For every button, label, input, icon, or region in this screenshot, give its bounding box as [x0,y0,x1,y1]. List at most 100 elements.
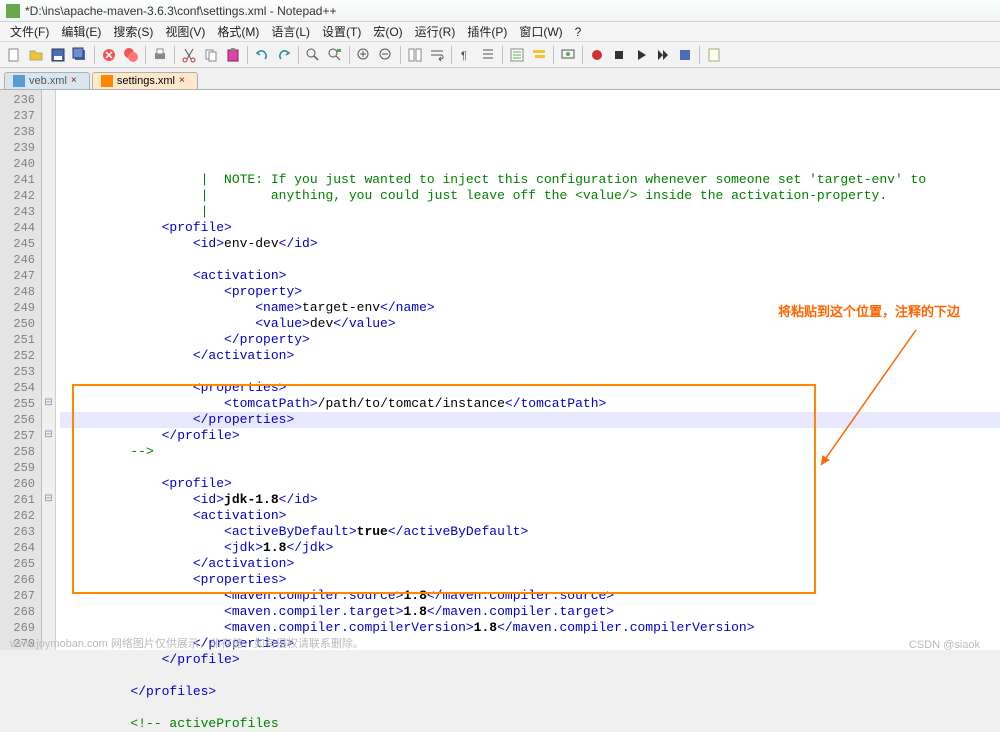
code-line[interactable] [60,668,1000,684]
code-line[interactable]: </profile> [60,652,1000,668]
line-number: 243 [6,204,35,220]
code-line[interactable]: <profile> [60,220,1000,236]
code-line[interactable]: <maven.compiler.source>1.8</maven.compil… [60,588,1000,604]
code-area[interactable]: 将粘贴到这个位置，注释的下边 | NOTE: If you just wante… [56,90,1000,650]
toolbar-separator [502,46,503,64]
folder-tree-icon[interactable] [529,45,549,65]
fold-marker [42,444,55,460]
tab-close-icon[interactable]: × [71,76,81,86]
close-icon[interactable] [99,45,119,65]
record-icon[interactable] [587,45,607,65]
toolbar: ¶ [0,42,1000,68]
menu-item-3[interactable]: 视图(V) [159,23,211,40]
toolbar-separator [298,46,299,64]
code-line[interactable]: <tomcatPath>/path/to/tomcat/instance</to… [60,396,1000,412]
sync-scroll-icon[interactable] [405,45,425,65]
code-line[interactable]: </profiles> [60,684,1000,700]
code-token-tag: </name> [380,300,435,315]
show-symbols-icon[interactable]: ¶ [456,45,476,65]
code-token-plain: /path/to/tomcat/instance [318,396,505,411]
code-line[interactable]: | [60,204,1000,220]
play-icon[interactable] [631,45,651,65]
fold-marker [42,460,55,476]
code-line[interactable]: --> [60,444,1000,460]
print-icon[interactable] [150,45,170,65]
paste-icon[interactable] [223,45,243,65]
code-line[interactable]: <properties> [60,380,1000,396]
save-icon[interactable] [48,45,68,65]
menu-item-6[interactable]: 设置(T) [316,23,367,40]
menu-item-7[interactable]: 宏(O) [367,23,408,40]
fold-marker [42,540,55,556]
code-line[interactable]: <jdk>1.8</jdk> [60,540,1000,556]
code-line[interactable]: </properties> [60,412,1000,428]
menu-item-8[interactable]: 运行(R) [409,23,462,40]
code-line[interactable]: <maven.compiler.compilerVersion>1.8</mav… [60,620,1000,636]
code-line[interactable]: <activation> [60,268,1000,284]
cut-icon[interactable] [179,45,199,65]
code-line[interactable] [60,700,1000,716]
code-line[interactable]: <properties> [60,572,1000,588]
code-line[interactable]: <maven.compiler.target>1.8</maven.compil… [60,604,1000,620]
fold-marker[interactable]: ⊟ [42,428,55,444]
save-all-icon[interactable] [70,45,90,65]
code-line[interactable]: </property> [60,332,1000,348]
fold-marker [42,140,55,156]
menu-item-0[interactable]: 文件(F) [4,23,55,40]
new-file-icon[interactable] [4,45,24,65]
tab-close-icon[interactable]: × [179,76,189,86]
find-icon[interactable] [303,45,323,65]
redo-icon[interactable] [274,45,294,65]
code-line[interactable]: </profile> [60,428,1000,444]
close-all-icon[interactable] [121,45,141,65]
code-token-text-content: 1.8 [403,588,426,603]
fold-marker [42,620,55,636]
tab-veb-xml[interactable]: veb.xml× [4,72,90,89]
code-line[interactable]: <profile> [60,476,1000,492]
menu-item-11[interactable]: ? [569,25,588,39]
line-number: 256 [6,412,35,428]
code-line[interactable]: <!-- activeProfiles [60,716,1000,732]
save-macro-icon[interactable] [675,45,695,65]
code-line[interactable] [60,252,1000,268]
menu-item-2[interactable]: 搜索(S) [107,23,159,40]
code-line[interactable]: </activation> [60,348,1000,364]
replace-icon[interactable] [325,45,345,65]
fast-forward-icon[interactable] [653,45,673,65]
line-number: 246 [6,252,35,268]
menu-item-9[interactable]: 插件(P) [461,23,513,40]
code-token-comment: <!-- activeProfiles [130,716,278,731]
menu-item-10[interactable]: 窗口(W) [513,23,568,40]
code-line[interactable]: <activation> [60,508,1000,524]
undo-icon[interactable] [252,45,272,65]
code-line[interactable]: | anything, you could just leave off the… [60,188,1000,204]
word-wrap-icon[interactable] [427,45,447,65]
code-token-text-content: 1.8 [263,540,286,555]
code-line[interactable] [60,364,1000,380]
monitor-icon[interactable] [558,45,578,65]
line-number: 240 [6,156,35,172]
tab-settings-xml[interactable]: settings.xml × [92,72,198,89]
zoom-out-icon[interactable] [376,45,396,65]
doc-map-icon[interactable] [704,45,724,65]
function-list-icon[interactable] [507,45,527,65]
fold-marker[interactable]: ⊟ [42,492,55,508]
open-file-icon[interactable] [26,45,46,65]
indent-guide-icon[interactable] [478,45,498,65]
code-line[interactable] [60,460,1000,476]
code-line[interactable]: | NOTE: If you just wanted to inject thi… [60,172,1000,188]
code-line[interactable]: </activation> [60,556,1000,572]
copy-icon[interactable] [201,45,221,65]
stop-icon[interactable] [609,45,629,65]
code-line[interactable]: <property> [60,284,1000,300]
menu-item-5[interactable]: 语言(L) [265,23,316,40]
menu-item-1[interactable]: 编辑(E) [55,23,107,40]
code-line[interactable]: <id>jdk-1.8</id> [60,492,1000,508]
code-line[interactable]: <id>env-dev</id> [60,236,1000,252]
code-token-tag: <name> [255,300,302,315]
tab-label: settings.xml [117,75,175,87]
fold-marker[interactable]: ⊟ [42,396,55,412]
menu-item-4[interactable]: 格式(M) [211,23,265,40]
zoom-in-icon[interactable] [354,45,374,65]
code-line[interactable]: <activeByDefault>true</activeByDefault> [60,524,1000,540]
